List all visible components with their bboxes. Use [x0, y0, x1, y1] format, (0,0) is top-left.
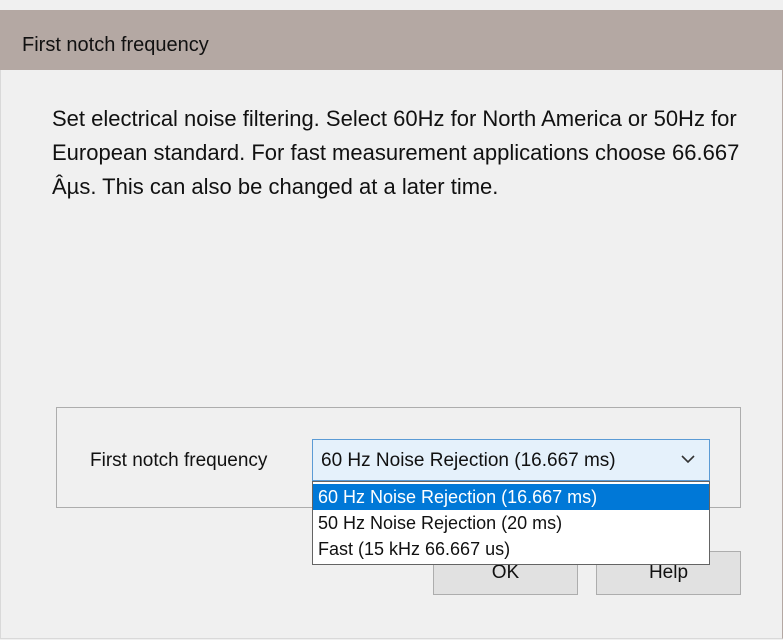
- dropdown-option-50hz[interactable]: 50 Hz Noise Rejection (20 ms): [313, 510, 709, 536]
- select-current-value: 60 Hz Noise Rejection (16.667 ms): [321, 450, 616, 471]
- first-notch-frequency-label: First notch frequency: [90, 450, 268, 471]
- title-bar[interactable]: First notch frequency: [0, 10, 783, 70]
- description-text: Set electrical noise filtering. Select 6…: [52, 106, 740, 199]
- chevron-down-icon[interactable]: [679, 449, 697, 469]
- dialog-title: First notch frequency: [22, 34, 209, 56]
- dropdown-option-fast[interactable]: Fast (15 kHz 66.667 us): [313, 536, 709, 562]
- dropdown-option-60hz[interactable]: 60 Hz Noise Rejection (16.667 ms): [313, 484, 709, 510]
- dialog-window: First notch frequency Set electrical noi…: [0, 0, 783, 640]
- first-notch-frequency-select[interactable]: 60 Hz Noise Rejection (16.667 ms): [312, 439, 710, 481]
- dropdown-list: 60 Hz Noise Rejection (16.667 ms) 50 Hz …: [312, 481, 710, 565]
